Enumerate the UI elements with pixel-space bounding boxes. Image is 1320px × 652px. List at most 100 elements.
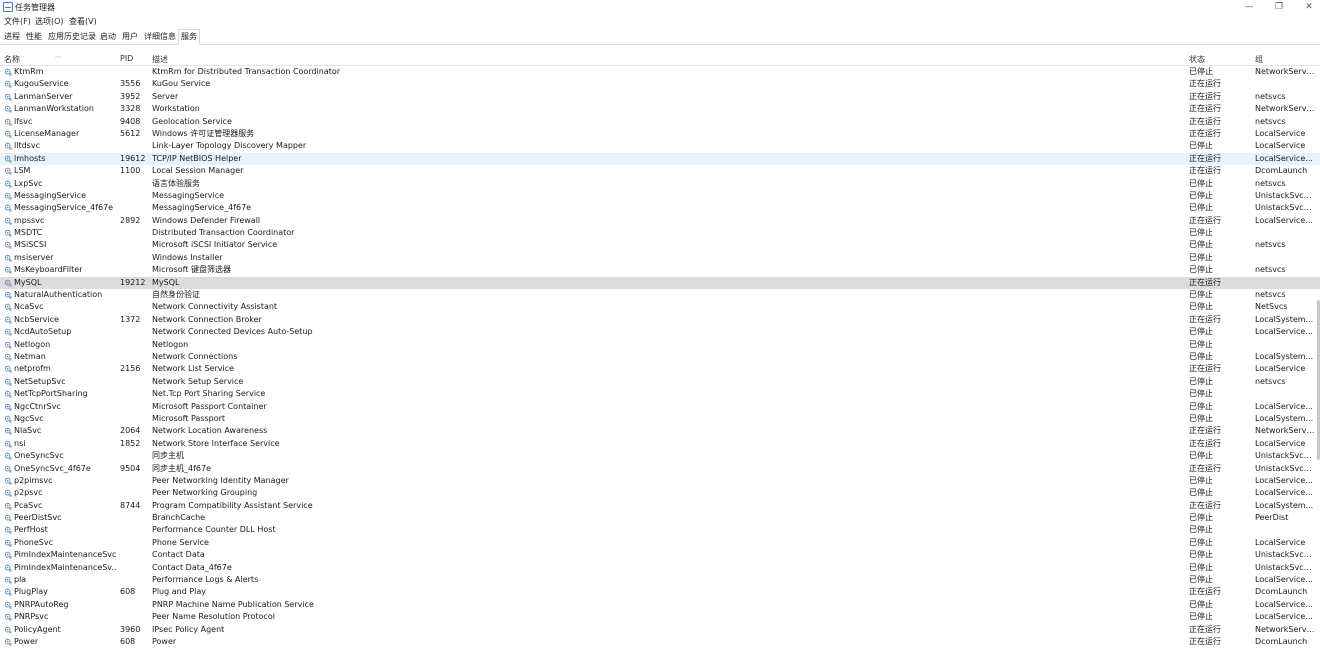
service-row[interactable]: PNRPsvc Peer Name Resolution Protocol 已停止 L… [0, 611, 1320, 623]
tab-bar: 进程 性能 应用历史记录 启动 用户 详细信息 服务 [0, 28, 1320, 45]
service-row[interactable]: lfsvc 9408 Geolocation Service 正在运行 netsvcs [0, 116, 1320, 128]
service-row[interactable]: PimIndexMaintenanceSvc Contact Data 已停止 Uni… [0, 549, 1320, 561]
service-description: Network Connectivity Assistant [152, 302, 278, 312]
service-row[interactable]: pla Performance Logs & Alerts 已停止 LocalServ… [0, 574, 1320, 586]
service-pid: 1372 [120, 314, 141, 324]
service-row[interactable]: LanmanWorkstation 3328 Workstation 正在运行 Netw… [0, 103, 1320, 115]
service-pid [120, 140, 150, 152]
service-description: Network Connections [152, 351, 238, 361]
service-row[interactable]: PhoneSvc Phone Service 已停止 LocalService [0, 537, 1320, 549]
service-status: 已停止 [1189, 401, 1213, 411]
service-status: 已停止 [1189, 575, 1213, 585]
service-row[interactable]: lltdsvc Link-Layer Topology Discovery Map… [0, 140, 1320, 152]
service-row[interactable]: netprofm 2156 Network List Service 正在运行 Loca… [0, 363, 1320, 375]
service-group: NetSvcs [1255, 302, 1288, 312]
restore-button[interactable]: ❐ [1264, 0, 1294, 14]
service-row[interactable]: Power 608 Power 正在运行 DcomLaunch [0, 636, 1320, 648]
column-header-name[interactable]: 名称 [4, 54, 20, 65]
service-row[interactable]: PlugPlay 608 Plug and Play 正在运行 DcomLaunch [0, 586, 1320, 598]
service-row[interactable]: p2psvc Peer Networking Grouping 已停止 LocalSe… [0, 487, 1320, 499]
menu-file[interactable]: 文件(F) [4, 16, 31, 27]
service-description: Program Compatibility Assistant Service [152, 500, 313, 510]
service-row[interactable]: NgcSvc Microsoft Passport 已停止 LocalSystem..… [0, 413, 1320, 425]
service-row[interactable]: PolicyAgent 3960 IPsec Policy Agent 正在运行 Net… [0, 624, 1320, 636]
service-row[interactable]: MySQL 19212 MySQL 正在运行 [0, 276, 1320, 290]
service-row[interactable]: LicenseManager 5612 Windows 许可证管理器服务 正在运行 Lo… [0, 128, 1320, 140]
service-status: 已停止 [1189, 488, 1213, 498]
service-pid: 1852 [120, 438, 141, 448]
service-icon [4, 477, 12, 485]
service-icon [4, 303, 12, 312]
service-description: MessagingService_4f67e [152, 203, 252, 213]
service-row[interactable]: PerfHost Performance Counter DLL Host 已停止 [0, 524, 1320, 536]
service-status: 正在运行 [1189, 277, 1221, 287]
menu-view[interactable]: 查看(V) [69, 16, 97, 27]
service-group: LocalService... [1255, 153, 1313, 163]
service-name: OneSyncSvc [14, 451, 64, 461]
service-row[interactable]: KtmRm KtmRm for Distributed Transaction C… [0, 66, 1320, 78]
close-button[interactable]: ✕ [1294, 0, 1320, 14]
service-row[interactable]: Netman Network Connections 已停止 LocalSystem.… [0, 351, 1320, 363]
service-row[interactable]: LSM 1100 Local Session Manager 正在运行 DcomLaun… [0, 165, 1320, 177]
tab-performance[interactable]: 性能 [24, 30, 44, 43]
tab-startup[interactable]: 启动 [98, 30, 118, 43]
service-pid: 3328 [120, 104, 141, 114]
service-row[interactable]: Netlogon Netlogon 已停止 [0, 339, 1320, 351]
service-row[interactable]: NetSetupSvc Network Setup Service 已停止 netsv… [0, 376, 1320, 388]
service-description: 同步主机_4f67e [152, 463, 212, 473]
column-header-pid[interactable]: PID [120, 54, 133, 63]
service-row[interactable]: LxpSvc 语言体验服务 已停止 netsvcs [0, 178, 1320, 190]
service-status: 已停止 [1189, 389, 1213, 399]
service-icon [4, 502, 12, 510]
service-status: 正在运行 [1189, 438, 1221, 448]
service-name: msiserver [14, 252, 54, 262]
services-table-header: ︿ 名称 PID 描述 状态 组 [0, 52, 1320, 66]
service-row[interactable]: PcaSvc 8744 Program Compatibility Assistan… [0, 500, 1320, 512]
service-row[interactable]: PNRPAutoReg PNRP Machine Name Publication… [0, 599, 1320, 611]
service-description: Net.Tcp Port Sharing Service [152, 389, 266, 399]
tab-app-history[interactable]: 应用历史记录 [46, 30, 98, 43]
service-row[interactable]: lmhosts 19612 TCP/IP NetBIOS Helper 正在运行 Loc… [0, 152, 1320, 166]
service-row[interactable]: msiserver Windows Installer 已停止 [0, 252, 1320, 264]
service-row[interactable]: NaturalAuthentication 自然身份验证 已停止 netsvcs [0, 289, 1320, 301]
service-name: Power [14, 636, 39, 646]
service-row[interactable]: NlaSvc 2064 Network Location Awareness 正在运行… [0, 425, 1320, 437]
service-name: MSDTC [14, 228, 43, 238]
service-row[interactable]: NetTcpPortSharing Net.Tcp Port Sharing Se… [0, 388, 1320, 400]
service-row[interactable]: p2pimsvc Peer Networking Identity Manager… [0, 475, 1320, 487]
minimize-button[interactable]: — [1234, 0, 1264, 14]
service-pid: 608 [120, 636, 136, 646]
service-row[interactable]: mpssvc 2892 Windows Defender Firewall 正在运行 L… [0, 215, 1320, 227]
service-row[interactable]: MSiSCSI Microsoft iSCSI Initiator Service… [0, 239, 1320, 251]
service-row[interactable]: PimIndexMaintenanceSv... Contact Data_4f6… [0, 562, 1320, 574]
service-status: 已停止 [1189, 327, 1213, 337]
service-row[interactable]: nsi 1852 Network Store Interface Service 正在… [0, 438, 1320, 450]
service-pid: 2064 [120, 426, 141, 436]
service-row[interactable]: MSDTC Distributed Transaction Coordinator… [0, 227, 1320, 239]
service-row[interactable]: KugouService 3556 KuGou Service 正在运行 [0, 78, 1320, 90]
column-header-description[interactable]: 描述 [152, 54, 168, 65]
tab-processes[interactable]: 进程 [2, 30, 22, 43]
tab-services[interactable]: 服务 [178, 29, 200, 45]
service-row[interactable]: OneSyncSvc_4f67e 9504 同步主机_4f67e 正在运行 Unista… [0, 463, 1320, 475]
service-row[interactable]: MessagingService_4f67e MessagingService_4… [0, 202, 1320, 214]
service-row[interactable]: NcbService 1372 Network Connection Broker 正… [0, 314, 1320, 326]
service-row[interactable]: LanmanServer 3952 Server 正在运行 netsvcs [0, 91, 1320, 103]
service-status: 正在运行 [1189, 624, 1221, 634]
service-row[interactable]: MessagingService MessagingService 已停止 Unist… [0, 190, 1320, 202]
service-row[interactable]: NgcCtnrSvc Microsoft Passport Container 已停… [0, 401, 1320, 413]
column-header-status[interactable]: 状态 [1189, 54, 1205, 65]
service-row[interactable]: MsKeyboardFilter Microsoft 键盘筛选器 已停止 netsvc… [0, 264, 1320, 276]
service-row[interactable]: NcaSvc Network Connectivity Assistant 已停止 N… [0, 301, 1320, 313]
tab-users[interactable]: 用户 [120, 30, 140, 43]
vertical-scrollbar[interactable] [1316, 52, 1320, 652]
service-icon [4, 266, 12, 274]
service-row[interactable]: PeerDistSvc BranchCache 已停止 PeerDist [0, 512, 1320, 524]
service-row[interactable]: OneSyncSvc 同步主机 已停止 UnistackSvcG... [0, 450, 1320, 462]
service-status: 正在运行 [1189, 463, 1221, 473]
tab-details[interactable]: 详细信息 [142, 30, 178, 43]
column-header-group[interactable]: 组 [1255, 54, 1263, 65]
service-row[interactable]: NcdAutoSetup Network Connected Devices Au… [0, 326, 1320, 338]
menu-options[interactable]: 选项(O) [35, 16, 64, 27]
title-bar: 任务管理器 — ❐ ✕ [0, 0, 1320, 14]
